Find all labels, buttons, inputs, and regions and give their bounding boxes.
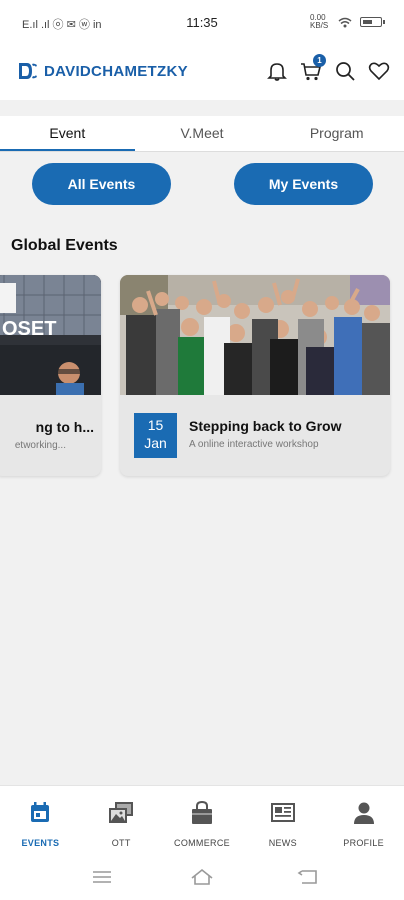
search-button[interactable] xyxy=(334,60,356,82)
system-navigation xyxy=(0,855,404,900)
nav-news[interactable]: NEWS xyxy=(242,786,323,855)
section-title: Global Events xyxy=(11,237,118,254)
logo-mark-icon xyxy=(19,63,37,79)
status-indicators: 0.00 KB/S xyxy=(310,13,385,30)
brand-logo[interactable]: DAVIDCHAMETZKY xyxy=(18,62,188,80)
tabs-divider xyxy=(0,151,404,152)
notification-button[interactable] xyxy=(266,60,288,82)
event-image-graphic: OSET xyxy=(0,275,101,395)
nav-label: NEWS xyxy=(268,838,297,848)
nav-events[interactable]: EVENTS xyxy=(0,786,81,855)
nav-label: COMMERCE xyxy=(174,838,230,848)
my-events-button[interactable]: My Events xyxy=(234,163,373,205)
event-date-badge: 15 Jan xyxy=(134,413,177,458)
heart-icon xyxy=(368,62,390,81)
cart-count-badge: 1 xyxy=(313,54,326,67)
nav-label: OTT xyxy=(111,838,131,848)
bottom-navigation: EVENTS OTT COMMERCE NEWS PROFILE xyxy=(0,785,404,855)
brand-name: DAVIDCHAMETZKY xyxy=(44,62,188,80)
images-icon xyxy=(109,802,134,823)
nav-ott[interactable]: OTT xyxy=(81,786,162,855)
calendar-icon xyxy=(31,802,50,822)
event-subtitle: etworking... xyxy=(14,440,66,451)
cart-button[interactable]: 1 xyxy=(300,54,326,82)
all-events-button[interactable]: All Events xyxy=(32,163,171,205)
app-header: DAVIDCHAMETZKY 1 xyxy=(0,46,404,100)
event-image xyxy=(120,275,390,395)
search-icon xyxy=(336,62,355,81)
event-date-day: 15 xyxy=(147,417,164,433)
event-image-text: OSET xyxy=(2,318,56,340)
battery-icon xyxy=(360,17,385,27)
nav-commerce[interactable]: COMMERCE xyxy=(162,786,243,855)
nav-label: PROFILE xyxy=(343,838,384,848)
person-icon xyxy=(353,802,374,824)
tab-vmeet[interactable]: V.Meet xyxy=(135,116,270,152)
menu-icon[interactable] xyxy=(90,867,114,887)
event-card[interactable]: 15 Jan Stepping back to Grow A online in… xyxy=(120,275,390,476)
bell-icon xyxy=(267,63,287,81)
tab-program[interactable]: Program xyxy=(269,116,404,152)
event-card[interactable]: OSET ng to h... etworking... xyxy=(0,275,101,476)
nav-label: EVENTS xyxy=(21,838,60,848)
event-subtitle: A online interactive workshop xyxy=(189,439,319,450)
event-card-body: 15 Jan Stepping back to Grow A online in… xyxy=(120,395,390,476)
wifi-icon xyxy=(338,17,352,27)
event-image-graphic xyxy=(120,275,390,395)
event-date-month: Jan xyxy=(144,435,167,451)
event-image: OSET xyxy=(0,275,101,395)
status-bar: E.ıl .ıl ⓞ ✉ ⓦ in 11:35 0.00 KB/S xyxy=(0,0,404,46)
back-icon[interactable] xyxy=(296,867,320,887)
event-title: Stepping back to Grow xyxy=(189,418,342,434)
header-actions: 1 xyxy=(266,54,390,82)
net-speed: 0.00 KB/S xyxy=(310,13,329,30)
tab-event[interactable]: Event xyxy=(0,116,135,152)
home-icon[interactable] xyxy=(190,867,214,887)
event-tabs: Event V.Meet Program xyxy=(0,116,404,152)
event-card-body: ng to h... etworking... xyxy=(0,395,101,476)
shopping-bag-icon xyxy=(191,800,212,824)
event-title: ng to h... xyxy=(35,419,94,435)
wishlist-button[interactable] xyxy=(368,60,390,82)
newspaper-icon xyxy=(270,803,295,822)
nav-profile[interactable]: PROFILE xyxy=(323,786,404,855)
